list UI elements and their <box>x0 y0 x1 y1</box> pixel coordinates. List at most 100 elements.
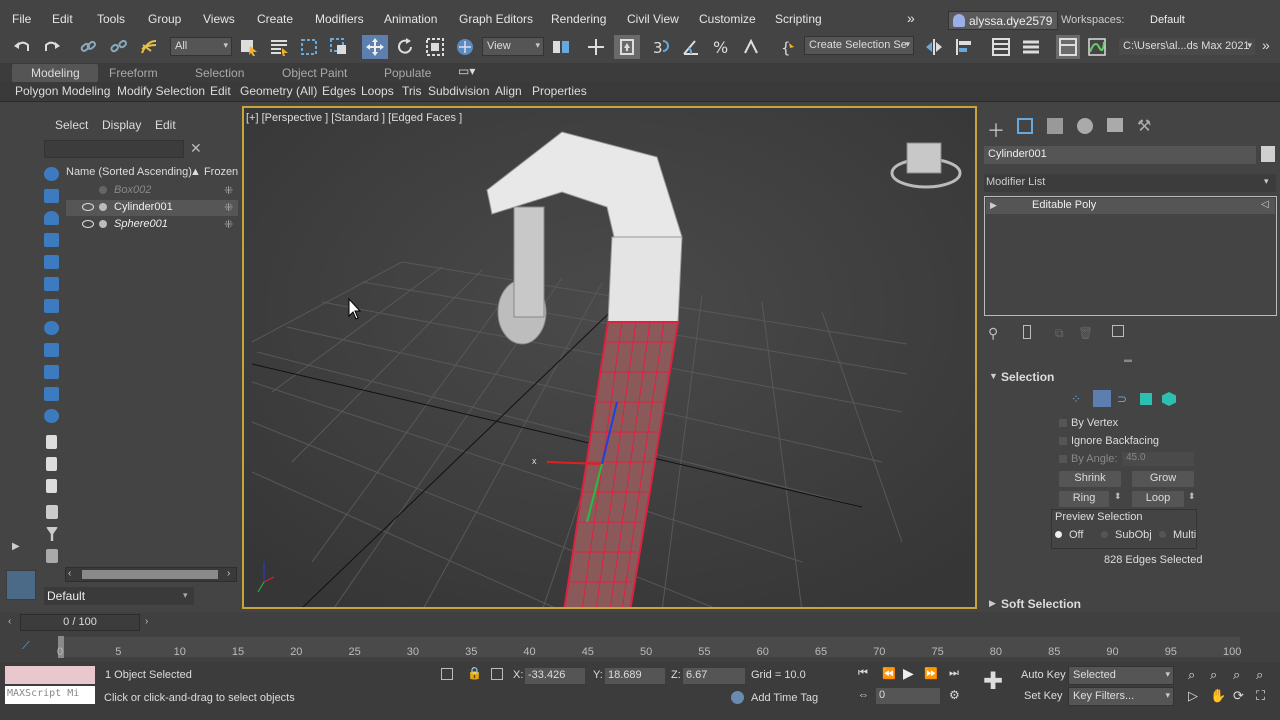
angle-snap-icon[interactable] <box>681 37 701 57</box>
selection-lock-icon[interactable]: 🔒 <box>467 666 482 680</box>
layer-explorer-icon[interactable] <box>1021 37 1041 57</box>
unlink-icon[interactable] <box>108 37 128 57</box>
radio-multi-icon[interactable] <box>1159 531 1166 538</box>
show-end-result-icon[interactable] <box>1023 325 1031 339</box>
ribbon-geometry-all[interactable]: Geometry (All) <box>240 84 317 98</box>
menu-scripting[interactable]: Scripting <box>775 12 822 26</box>
render-dot-icon[interactable] <box>99 186 107 194</box>
maxscript-listener-pink[interactable] <box>5 666 95 684</box>
pin-stack-icon[interactable]: ⚲ <box>988 325 998 342</box>
by-angle-checkbox[interactable]: By Angle: <box>1059 453 1117 465</box>
menu-customize[interactable]: Customize <box>699 12 756 26</box>
fov-icon[interactable]: ▷ <box>1188 688 1198 704</box>
workspace-dropdown[interactable]: Default <box>1150 14 1185 26</box>
ribbon-align[interactable]: Align <box>495 84 522 98</box>
checkbox-box[interactable] <box>1059 419 1067 427</box>
prev-frame-icon[interactable]: ‹ <box>8 616 11 627</box>
display-frozen-icon[interactable] <box>44 409 59 423</box>
soft-selection-rollout-title[interactable]: Soft Selection <box>1001 597 1081 611</box>
tab-modeling[interactable]: Modeling <box>31 66 80 80</box>
key-set-dropdown[interactable]: Selected <box>1068 666 1174 685</box>
menu-edit[interactable]: Edit <box>52 12 73 26</box>
set-key-icon[interactable]: ✚ <box>983 670 1003 694</box>
toolbar-overflow-icon[interactable]: » <box>1262 37 1280 57</box>
select-and-place-icon[interactable] <box>455 37 475 57</box>
filter-icon[interactable] <box>46 505 58 519</box>
x-coordinate-field[interactable]: -33.426 <box>525 668 585 684</box>
next-key-icon[interactable]: ⏩ <box>924 667 938 680</box>
hierarchy-tab-icon[interactable] <box>1047 118 1063 134</box>
display-bones-icon[interactable] <box>44 365 59 379</box>
utilities-tab-icon[interactable]: ⚒ <box>1137 116 1151 136</box>
y-coordinate-field[interactable]: 18.689 <box>605 668 665 684</box>
display-all-icon[interactable] <box>46 457 57 471</box>
display-none-icon[interactable] <box>44 167 59 181</box>
current-frame-field[interactable]: 0 <box>876 688 940 704</box>
select-manipulate-icon[interactable] <box>586 37 606 57</box>
eye-icon[interactable] <box>82 203 94 211</box>
menu-tools[interactable]: Tools <box>97 12 125 26</box>
display-lights-icon[interactable] <box>44 233 59 247</box>
reference-coord-dropdown[interactable]: View <box>482 37 544 56</box>
z-coordinate-field[interactable]: 6.67 <box>683 668 745 684</box>
radio-subobj-icon[interactable] <box>1101 531 1108 538</box>
menu-overflow-icon[interactable]: » <box>907 10 915 26</box>
display-xrefs-icon[interactable] <box>44 343 59 357</box>
add-time-tag[interactable]: Add Time Tag <box>751 692 818 704</box>
orbit-icon[interactable]: ⟳ <box>1233 688 1244 704</box>
menu-civil-view[interactable]: Civil View <box>627 12 679 26</box>
goto-start-icon[interactable]: ⏮ <box>858 667 868 680</box>
viewport-label[interactable]: [+] [Perspective ] [Standard ] [Edged Fa… <box>246 112 462 124</box>
eye-icon[interactable] <box>82 220 94 228</box>
keyboard-shortcut-override-icon[interactable] <box>614 35 640 59</box>
project-path-dropdown[interactable]: C:\Users\al...ds Max 2021 <box>1118 37 1256 56</box>
close-icon[interactable]: ✕ <box>190 140 202 157</box>
menu-animation[interactable]: Animation <box>384 12 437 26</box>
expand-stack-icon[interactable]: ▶ <box>990 200 997 211</box>
selection-rollout-title[interactable]: Selection <box>1001 370 1054 384</box>
modify-tab-icon[interactable] <box>1017 118 1033 134</box>
menu-create[interactable]: Create <box>257 12 293 26</box>
select-by-name-icon[interactable] <box>269 37 289 57</box>
preview-subobj-radio[interactable]: SubObj <box>1115 529 1152 541</box>
checkbox-box[interactable] <box>1059 455 1067 463</box>
invert-display-icon[interactable] <box>46 479 57 493</box>
menu-views[interactable]: Views <box>203 12 235 26</box>
create-tab-icon[interactable]: ＋ <box>987 117 1005 143</box>
select-and-scale-icon[interactable] <box>425 37 445 57</box>
preview-off-radio[interactable]: Off <box>1069 529 1083 541</box>
set-key-button[interactable]: Set Key <box>1024 690 1063 702</box>
isolate-selection-icon[interactable] <box>441 668 453 680</box>
display-shapes-icon[interactable] <box>44 211 59 225</box>
maximize-viewport-icon[interactable]: ⛶ <box>1256 688 1265 704</box>
select-and-move-icon[interactable] <box>362 35 388 59</box>
list-item-box002[interactable]: Box002 ⁜ <box>66 183 238 199</box>
ribbon-edges[interactable]: Edges <box>322 84 356 98</box>
bind-spacewarp-icon[interactable] <box>139 37 159 57</box>
align-icon[interactable] <box>954 37 974 57</box>
scene-search-input[interactable] <box>44 140 184 158</box>
user-account-dropdown[interactable]: alyssa.dye2579 <box>948 11 1058 30</box>
se-tab-edit[interactable]: Edit <box>155 118 176 132</box>
tab-selection[interactable]: Selection <box>195 66 244 80</box>
next-frame-icon[interactable]: › <box>145 616 148 627</box>
display-helpers-icon[interactable] <box>44 277 59 291</box>
object-color-swatch[interactable] <box>1261 146 1275 162</box>
scene-explorer-toggle-icon[interactable] <box>991 37 1011 57</box>
menu-rendering[interactable]: Rendering <box>551 12 606 26</box>
angle-spinner[interactable]: 45.0 <box>1122 452 1194 466</box>
layer-dropdown[interactable]: Default <box>44 587 194 605</box>
time-config-icon[interactable]: ⚙ <box>949 688 960 702</box>
loop-spinner-icon[interactable]: ⬍ <box>1188 491 1196 502</box>
spinner-snap-icon[interactable] <box>741 37 761 57</box>
mirror-icon[interactable] <box>924 37 944 57</box>
edge-mode-icon[interactable] <box>1093 390 1111 407</box>
se-tab-display[interactable]: Display <box>102 118 141 132</box>
checkbox-box[interactable] <box>1059 437 1067 445</box>
menu-group[interactable]: Group <box>148 12 181 26</box>
border-mode-icon[interactable]: ⊃ <box>1117 392 1127 406</box>
layer-swatch[interactable] <box>6 570 36 600</box>
menu-graph-editors[interactable]: Graph Editors <box>459 12 533 26</box>
display-tab-icon[interactable] <box>1107 118 1123 132</box>
frozen-icon[interactable]: ⁜ <box>224 201 233 214</box>
